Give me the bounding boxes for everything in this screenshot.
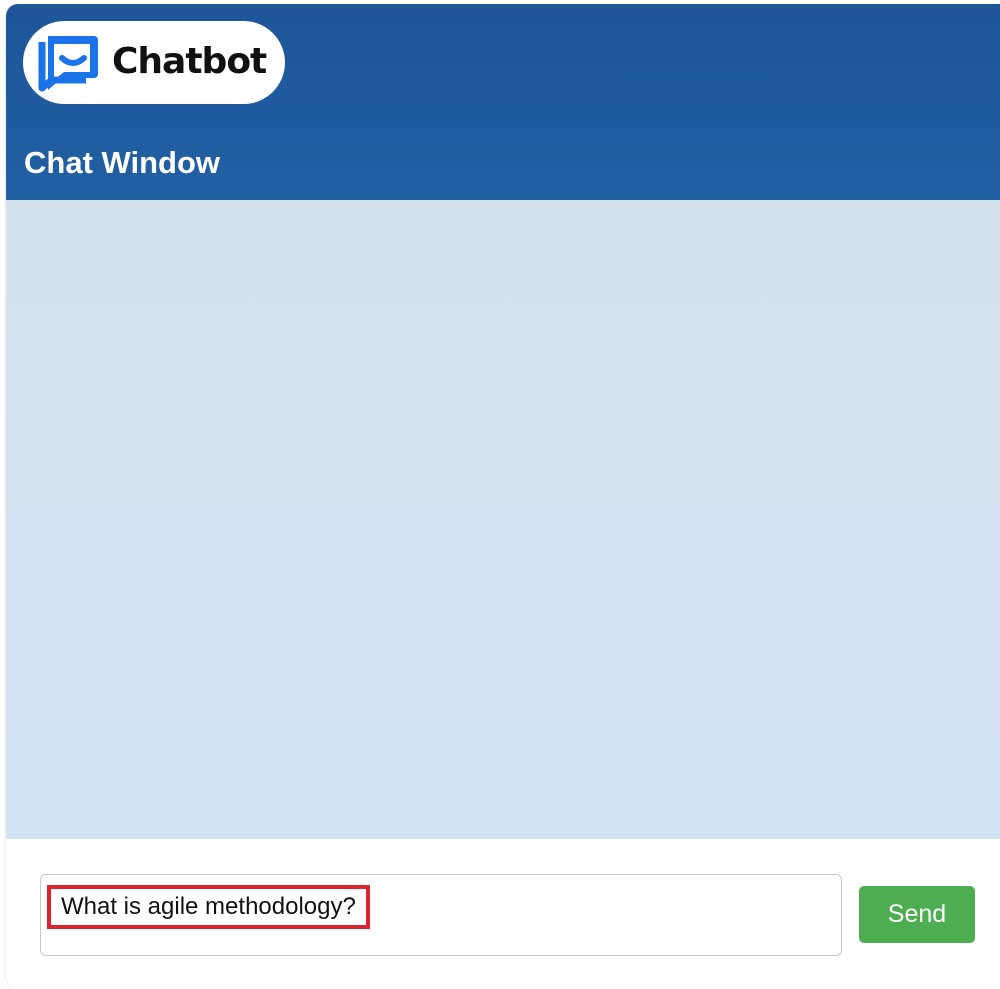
chat-header: Chatbot Chat Window <box>6 4 1000 200</box>
send-button[interactable]: Send <box>859 886 975 943</box>
message-area[interactable] <box>6 200 1000 839</box>
message-input[interactable]: What is agile methodology? <box>40 874 842 956</box>
window-title: Chat Window <box>24 145 221 180</box>
chat-window: Chatbot Chat Window What is agile method… <box>6 4 1000 989</box>
chatbot-logo: Chatbot <box>23 21 285 104</box>
logo-text: Chatbot <box>112 41 267 82</box>
composer: What is agile methodology? Send <box>6 839 1000 989</box>
message-input-value: What is agile methodology? <box>47 885 370 929</box>
chat-bubble-smile-icon <box>38 36 98 92</box>
